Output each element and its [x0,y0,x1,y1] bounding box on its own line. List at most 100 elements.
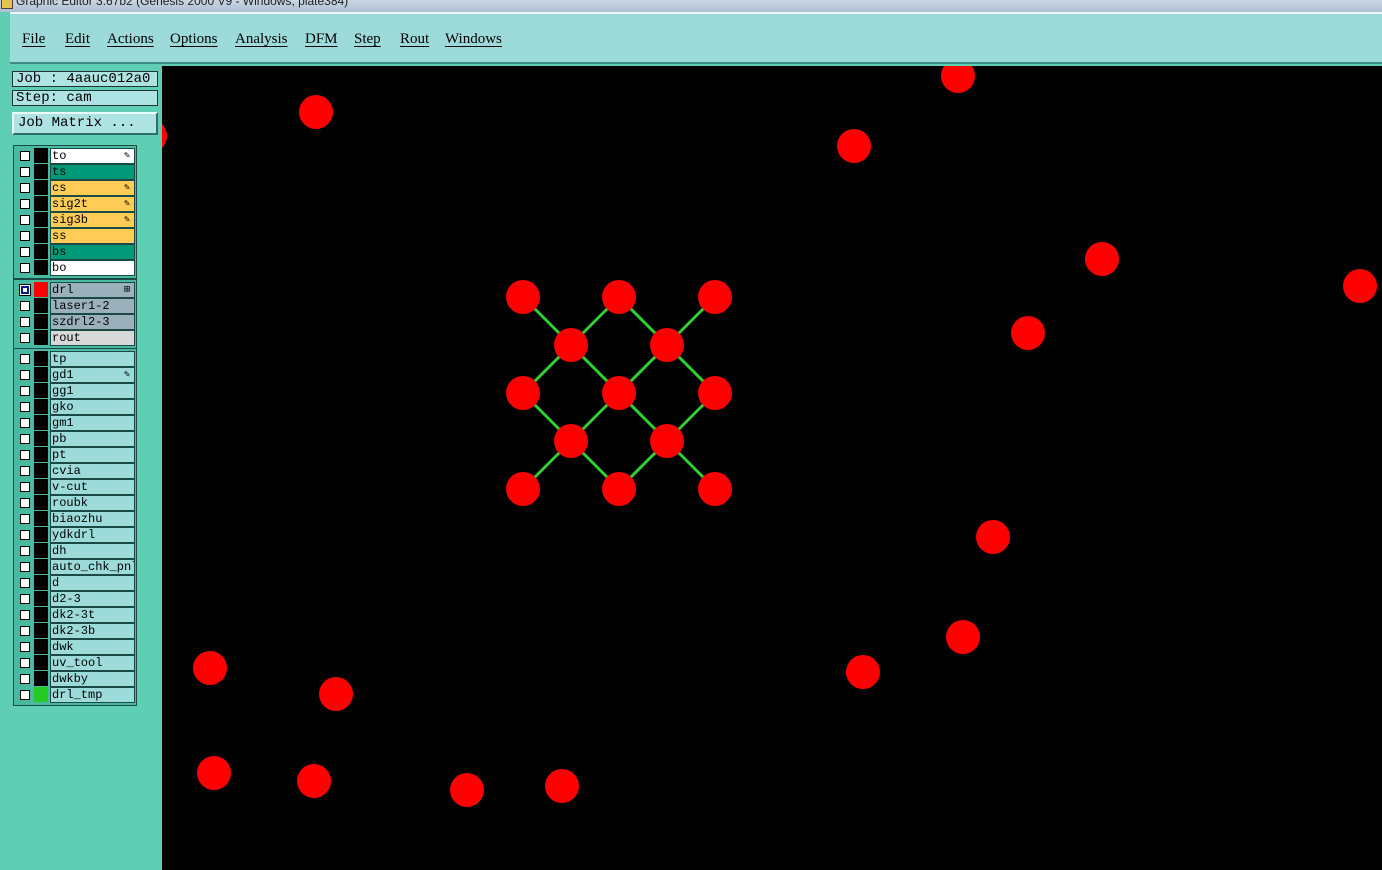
layer-color-swatch[interactable] [34,351,48,366]
layer-row-gd1[interactable]: gd1 ✎ [16,367,135,383]
layer-color-swatch[interactable] [34,463,48,478]
drill-pad[interactable] [1343,269,1377,303]
drill-pad[interactable] [698,280,732,314]
drill-pad[interactable] [162,119,167,153]
layer-row-laser1-2[interactable]: laser1-2 [16,298,135,314]
layer-name[interactable]: dwk [50,639,135,655]
layer-checkbox[interactable] [20,247,30,257]
layer-checkbox[interactable] [20,466,30,476]
drill-pad[interactable] [545,769,579,803]
layer-color-swatch[interactable] [34,244,48,259]
layer-color-swatch[interactable] [34,148,48,163]
layer-row-cs[interactable]: cs ✎ [16,180,135,196]
layer-name[interactable]: roubk [50,495,135,511]
layer-color-swatch[interactable] [34,180,48,195]
layer-color-swatch[interactable] [34,687,48,702]
layer-checkbox[interactable] [20,642,30,652]
layer-row-d[interactable]: d [16,575,135,591]
layer-row-gm1[interactable]: gm1 [16,415,135,431]
layer-color-swatch[interactable] [34,367,48,382]
layer-row-sig3b[interactable]: sig3b ✎ [16,212,135,228]
layer-name[interactable]: ts [50,164,135,180]
drill-pad[interactable] [554,424,588,458]
layer-checkbox[interactable] [20,674,30,684]
layer-color-swatch[interactable] [34,527,48,542]
drill-pad[interactable] [837,129,871,163]
drill-pad[interactable] [650,424,684,458]
drill-pad[interactable] [946,620,980,654]
drill-pad[interactable] [698,472,732,506]
layer-color-swatch[interactable] [34,655,48,670]
menu-file[interactable]: File [22,31,45,48]
layer-checkbox[interactable] [20,578,30,588]
layer-name[interactable]: tp [50,351,135,367]
layer-color-swatch[interactable] [34,639,48,654]
layer-checkbox[interactable] [20,450,30,460]
layer-checkbox[interactable] [20,434,30,444]
layer-color-swatch[interactable] [34,479,48,494]
layer-name[interactable]: szdrl2-3 [50,314,135,330]
menu-options[interactable]: Options [170,31,218,48]
layer-color-swatch[interactable] [34,260,48,275]
layer-color-swatch[interactable] [34,415,48,430]
layer-color-swatch[interactable] [34,495,48,510]
layer-row-dwk[interactable]: dwk [16,639,135,655]
layer-checkbox[interactable] [20,231,30,241]
drill-pad[interactable] [602,472,636,506]
layer-checkbox[interactable] [20,562,30,572]
layer-row-dk2-3b[interactable]: dk2-3b [16,623,135,639]
layer-name[interactable]: bs [50,244,135,260]
layer-row-d2-3[interactable]: d2-3 [16,591,135,607]
layer-color-swatch[interactable] [34,575,48,590]
layer-name[interactable]: cvia [50,463,135,479]
menu-analysis[interactable]: Analysis [235,31,288,48]
drill-pad[interactable] [554,328,588,362]
layer-name[interactable]: d [50,575,135,591]
layer-color-swatch[interactable] [34,511,48,526]
layer-name[interactable]: sig3b ✎ [50,212,135,228]
layer-color-swatch[interactable] [34,559,48,574]
layer-row-pt[interactable]: pt [16,447,135,463]
drill-pad[interactable] [299,95,333,129]
drill-pad[interactable] [319,677,353,711]
layer-name[interactable]: v-cut [50,479,135,495]
layer-checkbox[interactable] [20,317,30,327]
layer-color-swatch[interactable] [34,314,48,329]
layer-row-gg1[interactable]: gg1 [16,383,135,399]
layer-color-swatch[interactable] [34,330,48,345]
layer-color-swatch[interactable] [34,623,48,638]
menu-windows[interactable]: Windows [445,31,502,48]
layer-checkbox[interactable] [20,402,30,412]
layer-checkbox[interactable] [20,626,30,636]
layer-color-swatch[interactable] [34,196,48,211]
layer-checkbox[interactable] [20,690,30,700]
job-matrix-button[interactable]: Job Matrix ... [12,112,158,135]
drill-pad[interactable] [976,520,1010,554]
drill-pad[interactable] [1011,316,1045,350]
layer-checkbox[interactable] [20,610,30,620]
layer-checkbox[interactable] [20,333,30,343]
layer-row-bs[interactable]: bs [16,244,135,260]
layer-row-drl_tmp[interactable]: drl_tmp [16,687,135,703]
drill-pad[interactable] [506,472,540,506]
layer-name[interactable]: pt [50,447,135,463]
layer-row-to[interactable]: to ✎ [16,148,135,164]
layer-row-tp[interactable]: tp [16,351,135,367]
layer-color-swatch[interactable] [34,543,48,558]
layer-name[interactable]: to ✎ [50,148,135,164]
drill-pad[interactable] [1085,242,1119,276]
layer-row-roubk[interactable]: roubk [16,495,135,511]
layer-row-dh[interactable]: dh [16,543,135,559]
menu-edit[interactable]: Edit [65,31,90,48]
layer-checkbox[interactable] [20,546,30,556]
layer-name[interactable]: gd1 ✎ [50,367,135,383]
layer-checkbox[interactable] [20,594,30,604]
layer-color-swatch[interactable] [34,399,48,414]
layer-row-dk2-3t[interactable]: dk2-3t [16,607,135,623]
layer-color-swatch[interactable] [34,431,48,446]
layer-color-swatch[interactable] [34,164,48,179]
layer-row-rout[interactable]: rout [16,330,135,346]
layer-row-drl[interactable]: drl ⊞ [16,282,135,298]
layer-name[interactable]: laser1-2 [50,298,135,314]
drill-pad[interactable] [506,376,540,410]
